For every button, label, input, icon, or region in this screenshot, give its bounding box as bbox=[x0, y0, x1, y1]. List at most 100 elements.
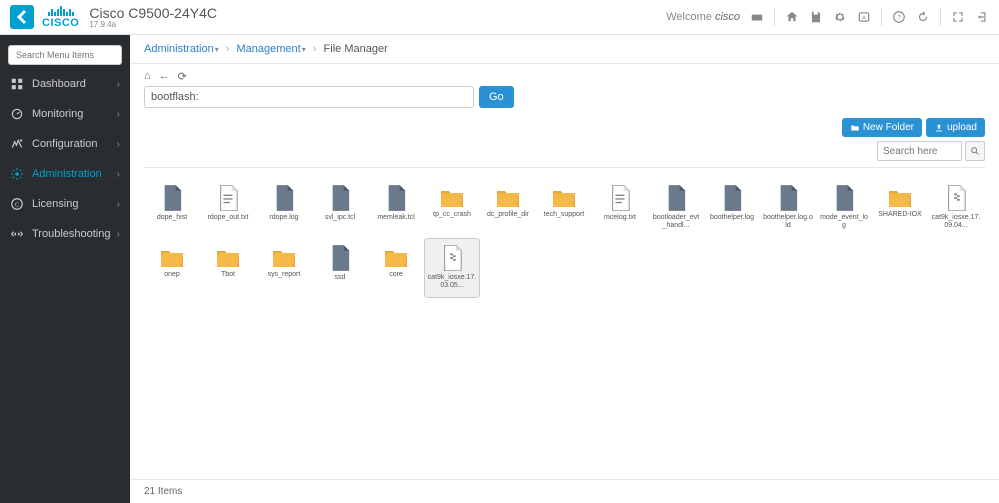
svg-text:C: C bbox=[15, 202, 19, 208]
folder-item[interactable]: tp_cc_crash bbox=[424, 178, 480, 238]
file-icon bbox=[777, 185, 799, 211]
file-icon bbox=[329, 185, 351, 211]
folder-item[interactable]: dc_profile_dir bbox=[480, 178, 536, 238]
svg-text:?: ? bbox=[897, 14, 901, 21]
folder-icon bbox=[496, 188, 520, 208]
folder-icon bbox=[440, 188, 464, 208]
file-label: bootloader_evt_handl... bbox=[651, 214, 701, 231]
file-label: mode_event_log bbox=[819, 214, 869, 231]
file-item[interactable]: mcelog.txt bbox=[592, 178, 648, 238]
fm-home-icon[interactable]: ⌂ bbox=[144, 70, 151, 83]
file-label: boothelper.log bbox=[710, 214, 754, 222]
folder-item[interactable]: tech_support bbox=[536, 178, 592, 238]
file-label: mcelog.txt bbox=[604, 214, 636, 222]
upload-button[interactable]: upload bbox=[926, 118, 985, 137]
file-item[interactable]: mode_event_log bbox=[816, 178, 872, 238]
help-icon[interactable]: ? bbox=[892, 10, 906, 24]
sidebar-item-administration[interactable]: Administration › bbox=[0, 159, 130, 189]
sidebar-item-dashboard[interactable]: Dashboard› bbox=[0, 69, 130, 99]
archive-file-icon bbox=[945, 185, 967, 211]
file-item[interactable]: boothelper.log bbox=[704, 178, 760, 238]
file-icon bbox=[161, 185, 183, 211]
file-icon bbox=[273, 185, 295, 211]
go-button[interactable]: Go bbox=[479, 86, 514, 108]
fm-refresh-icon[interactable]: ⟳ bbox=[178, 70, 187, 83]
chevron-right-icon: › bbox=[117, 139, 120, 150]
file-item[interactable]: rdope_out.txt bbox=[200, 178, 256, 238]
file-icon bbox=[385, 185, 407, 211]
file-item[interactable]: cat9k_iosxe.17.09.04... bbox=[928, 178, 984, 238]
chevron-right-icon: › bbox=[117, 79, 120, 90]
folder-item[interactable]: Tbot bbox=[200, 238, 256, 298]
gear-icon[interactable] bbox=[833, 10, 847, 24]
sidebar-item-licensing[interactable]: CLicensing› bbox=[0, 189, 130, 219]
file-item[interactable]: boothelper.log.old bbox=[760, 178, 816, 238]
file-label: sys_report bbox=[268, 271, 301, 279]
folder-plus-icon bbox=[850, 123, 860, 133]
folder-item[interactable]: onep bbox=[144, 238, 200, 298]
sidebar-item-label: Administration bbox=[32, 168, 102, 180]
welcome-text: Welcome cisco bbox=[666, 11, 740, 23]
new-folder-button[interactable]: New Folder bbox=[842, 118, 922, 137]
disk-icon[interactable] bbox=[750, 10, 764, 24]
sidebar-item-monitoring[interactable]: Monitoring› bbox=[0, 99, 130, 129]
text-file-icon bbox=[609, 185, 631, 211]
folder-item[interactable]: SHARED-IOX bbox=[872, 178, 928, 238]
file-item[interactable]: svl_ipc.tcl bbox=[312, 178, 368, 238]
file-label: ssd bbox=[335, 274, 346, 282]
folder-icon bbox=[160, 248, 184, 268]
file-search-button[interactable] bbox=[965, 141, 985, 161]
chevron-right-icon: › bbox=[117, 169, 120, 180]
file-item[interactable]: cat9k_iosxe.17.03.05... bbox=[424, 238, 480, 298]
breadcrumb-management[interactable]: Management bbox=[237, 43, 301, 55]
folder-item[interactable]: sys_report bbox=[256, 238, 312, 298]
breadcrumb-admin[interactable]: Administration bbox=[144, 43, 214, 55]
file-label: dope_hist bbox=[157, 214, 187, 222]
footer-count: 21 Items bbox=[130, 479, 999, 503]
home-icon[interactable] bbox=[785, 10, 799, 24]
sidebar-item-configuration[interactable]: Configuration › bbox=[0, 129, 130, 159]
breadcrumb-current: File Manager bbox=[324, 43, 388, 55]
fm-back-icon[interactable]: ← bbox=[159, 70, 170, 83]
file-label: rdope.log bbox=[269, 214, 298, 222]
file-item[interactable]: dope_hist bbox=[144, 178, 200, 238]
folder-item[interactable]: core bbox=[368, 238, 424, 298]
sidebar-item-troubleshooting[interactable]: Troubleshooting › bbox=[0, 219, 130, 249]
file-label: svl_ipc.tcl bbox=[325, 214, 355, 222]
dashboard-icon bbox=[10, 77, 24, 91]
sidebar-search[interactable] bbox=[8, 45, 122, 65]
cisco-logo: CISCO bbox=[42, 6, 79, 29]
logout-icon[interactable] bbox=[975, 10, 989, 24]
file-item[interactable]: ssd bbox=[312, 238, 368, 298]
file-label: boothelper.log.old bbox=[763, 214, 813, 231]
folder-icon bbox=[552, 188, 576, 208]
path-input[interactable] bbox=[144, 86, 474, 108]
file-item[interactable]: memleak.tcl bbox=[368, 178, 424, 238]
chevron-right-icon: › bbox=[117, 229, 120, 240]
archive-file-icon bbox=[441, 245, 463, 271]
file-item[interactable]: rdope.log bbox=[256, 178, 312, 238]
file-label: rdope_out.txt bbox=[208, 214, 249, 222]
back-button[interactable] bbox=[10, 5, 34, 29]
file-label: cat9k_iosxe.17.03.05... bbox=[427, 274, 477, 291]
file-icon bbox=[665, 185, 687, 211]
save-icon[interactable] bbox=[809, 10, 823, 24]
device-version: 17.9.4a bbox=[89, 20, 217, 29]
language-icon[interactable]: A bbox=[857, 10, 871, 24]
file-label: memleak.tcl bbox=[377, 214, 414, 222]
folder-icon bbox=[216, 248, 240, 268]
file-label: core bbox=[389, 271, 403, 279]
file-icon bbox=[833, 185, 855, 211]
svg-text:A: A bbox=[862, 15, 866, 21]
sidebar-item-label: Troubleshooting bbox=[32, 228, 110, 240]
fullscreen-icon[interactable] bbox=[951, 10, 965, 24]
refresh-icon[interactable] bbox=[916, 10, 930, 24]
folder-icon bbox=[384, 248, 408, 268]
license-icon: C bbox=[10, 197, 24, 211]
file-item[interactable]: bootloader_evt_handl... bbox=[648, 178, 704, 238]
file-label: SHARED-IOX bbox=[878, 211, 922, 219]
sidebar-item-label: Configuration bbox=[32, 138, 97, 150]
sidebar-search-input[interactable] bbox=[16, 50, 133, 60]
file-search-input[interactable] bbox=[877, 141, 962, 161]
file-label: tp_cc_crash bbox=[433, 211, 471, 219]
